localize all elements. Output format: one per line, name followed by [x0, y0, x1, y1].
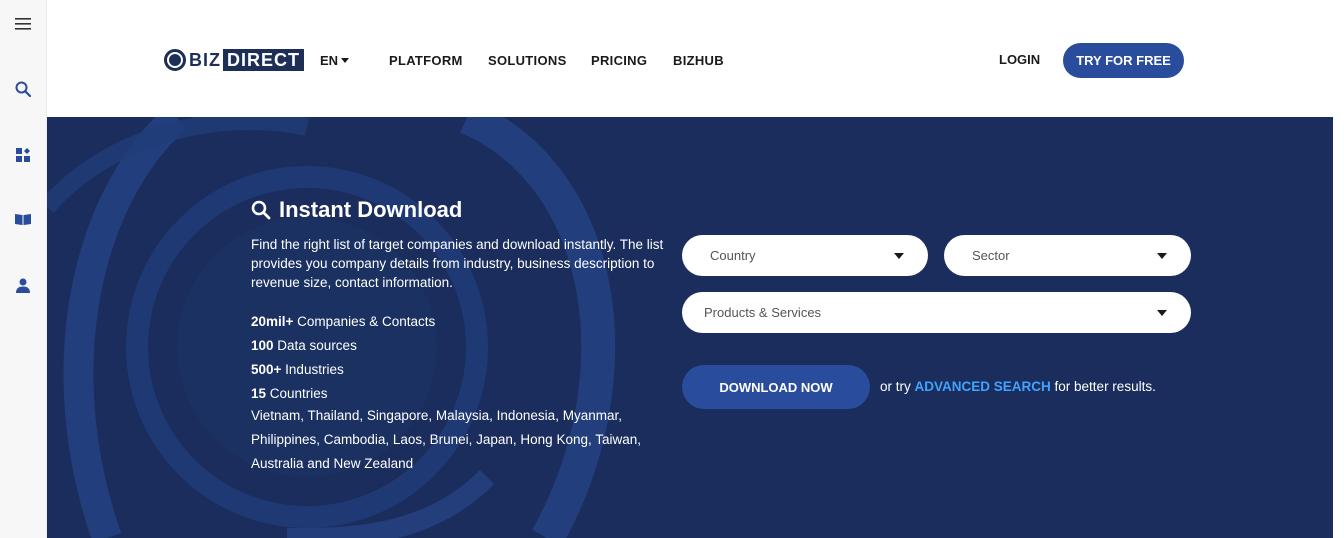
top-header: BIZ DIRECT EN PLATFORM SOLUTIONS PRICING…	[47, 0, 1344, 117]
language-selector[interactable]: EN	[320, 53, 350, 68]
logo-text-direct: DIRECT	[223, 49, 304, 71]
caret-down-icon	[1157, 252, 1167, 259]
caret-down-icon	[341, 58, 350, 63]
nav-platform[interactable]: PLATFORM	[389, 53, 463, 68]
apps-icon[interactable]	[13, 145, 33, 165]
stat-value: 500+	[251, 362, 282, 377]
stat-item: 20mil+ Companies & Contacts	[251, 310, 435, 334]
better-results-text: for better results.	[1050, 379, 1156, 394]
products-services-select[interactable]: Products & Services	[682, 292, 1191, 333]
advanced-search-link[interactable]: ADVANCED SEARCH	[915, 379, 1051, 394]
book-icon[interactable]	[13, 209, 33, 229]
stat-label: Industries	[281, 362, 344, 377]
logo-mark-icon	[164, 49, 186, 71]
login-link[interactable]: LOGIN	[999, 52, 1040, 67]
logo-text-biz: BIZ	[189, 49, 221, 70]
stat-label: Data sources	[273, 338, 357, 353]
language-label: EN	[320, 53, 339, 68]
download-now-button[interactable]: DOWNLOAD NOW	[682, 365, 870, 409]
search-icon[interactable]	[13, 79, 33, 99]
left-rail	[0, 0, 47, 538]
nav-bizhub[interactable]: BIZHUB	[673, 53, 724, 68]
stat-label: Countries	[266, 386, 328, 401]
search-icon	[251, 200, 271, 220]
hero-description: Find the right list of target companies …	[251, 237, 664, 290]
try-for-free-button[interactable]: TRY FOR FREE	[1063, 43, 1184, 78]
products-services-label: Products & Services	[704, 305, 822, 320]
stat-value: 100	[251, 338, 274, 353]
stats-list: 20mil+ Companies & Contacts 100 Data sou…	[251, 310, 435, 406]
advanced-search-hint: or try ADVANCED SEARCH for better result…	[880, 379, 1156, 394]
nav-pricing[interactable]: PRICING	[591, 53, 647, 68]
country-select-label: Country	[710, 248, 756, 263]
or-try-text: or try	[880, 379, 915, 394]
user-icon[interactable]	[13, 275, 33, 295]
stat-item: 100 Data sources	[251, 334, 435, 358]
stat-value: 15	[251, 386, 267, 401]
sector-select-label: Sector	[972, 248, 1010, 263]
hero-title-text: Instant Download	[279, 197, 463, 222]
country-select[interactable]: Country	[682, 235, 928, 276]
bizdirect-logo[interactable]: BIZ DIRECT	[164, 48, 304, 72]
hero-section: Instant Download Find the right list of …	[47, 117, 1333, 538]
menu-icon[interactable]	[13, 14, 33, 34]
hero-title: Instant Download	[251, 197, 462, 223]
stat-label: Companies & Contacts	[293, 314, 436, 329]
stat-item: 500+ Industries	[251, 358, 435, 382]
nav-solutions[interactable]: SOLUTIONS	[488, 53, 567, 68]
countries-list: Vietnam, Thailand, Singapore, Malaysia, …	[251, 408, 641, 471]
stat-value: 20mil+	[251, 314, 294, 329]
stat-item: 15 Countries	[251, 382, 435, 406]
caret-down-icon	[894, 252, 904, 259]
caret-down-icon	[1157, 309, 1167, 316]
sector-select[interactable]: Sector	[944, 235, 1191, 276]
